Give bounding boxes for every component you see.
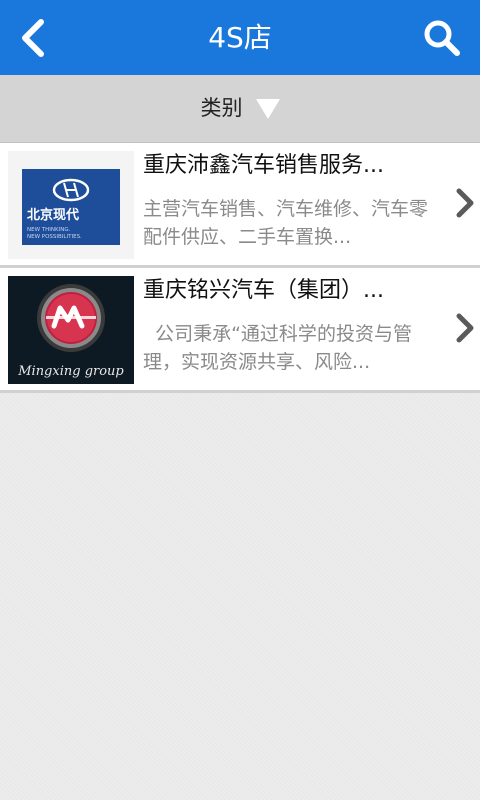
list-item[interactable]: 北京现代 NEW THINKING. NEW POSSIBILITIES. 重庆…	[0, 143, 480, 268]
category-filter-bar[interactable]: 类别	[0, 75, 480, 143]
item-title: 重庆沛鑫汽车销售服务...	[143, 153, 384, 178]
dealer-logo-hyundai: 北京现代 NEW THINKING. NEW POSSIBILITIES.	[8, 151, 134, 259]
chevron-left-icon	[22, 19, 44, 57]
item-title: 重庆铭兴汽车（集团）...	[143, 278, 384, 303]
logo-brand-text: Mingxing group	[17, 364, 124, 379]
search-button[interactable]	[410, 0, 480, 75]
top-app-bar: 4S店	[0, 0, 480, 75]
list-item[interactable]: Mingxing group 重庆铭兴汽车（集团）... 公司秉承“通过科学的投…	[0, 268, 480, 393]
triangle-down-icon	[255, 99, 280, 119]
logo-tagline-1: NEW THINKING.	[27, 227, 71, 233]
logo-tagline-2: NEW POSSIBILITIES.	[27, 234, 82, 240]
page-title: 4S店	[208, 21, 272, 54]
item-description: 主营汽车销售、汽车维修、汽车零配件供应、二手车置换...	[143, 198, 429, 248]
mingxing-group-logo: Mingxing group	[8, 276, 134, 384]
item-description: 公司秉承“通过科学的投资与管理，实现资源共享、风险...	[143, 323, 412, 373]
chevron-right-icon	[450, 178, 480, 228]
beijing-hyundai-logo: 北京现代 NEW THINKING. NEW POSSIBILITIES.	[8, 151, 134, 259]
search-icon	[424, 20, 460, 56]
chevron-right-icon	[450, 303, 480, 353]
dealer-list: 北京现代 NEW THINKING. NEW POSSIBILITIES. 重庆…	[0, 143, 480, 393]
logo-brand-text: 北京现代	[27, 207, 79, 223]
dealer-logo-mingxing: Mingxing group	[8, 276, 134, 384]
category-label: 类别	[200, 96, 243, 120]
back-button[interactable]	[0, 0, 70, 75]
